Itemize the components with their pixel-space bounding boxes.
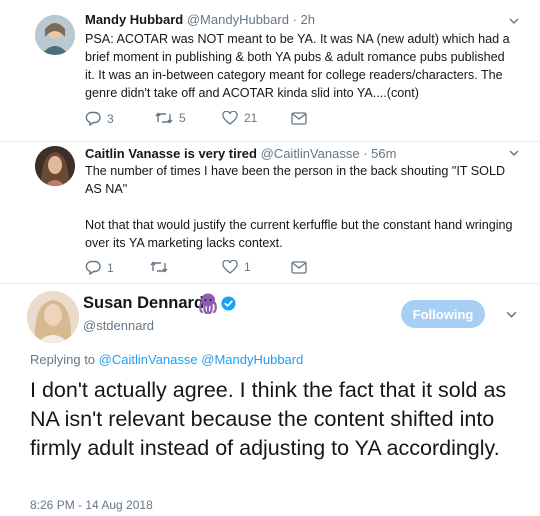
replying-to-link-caitlin[interactable]: @CaitlinVanasse bbox=[99, 352, 198, 367]
author-handle[interactable]: @MandyHubbard bbox=[187, 12, 289, 27]
tweet-header: Caitlin Vanasse is very tired @CaitlinVa… bbox=[85, 146, 396, 161]
author-name[interactable]: Caitlin Vanasse is very tired bbox=[85, 146, 257, 161]
tweet-time[interactable]: 56m bbox=[371, 146, 396, 161]
chevron-down-icon[interactable] bbox=[506, 309, 517, 320]
tweet-timestamp[interactable]: 8:26 PM - 14 Aug 2018 bbox=[30, 498, 153, 512]
retweet-icon bbox=[150, 261, 168, 273]
like-count: 1 bbox=[244, 260, 251, 274]
dm-action[interactable] bbox=[291, 261, 307, 274]
replying-to-label: Replying to bbox=[30, 352, 96, 367]
heart-icon bbox=[222, 260, 238, 274]
tweet-text-paragraph-1: The number of times I have been the pers… bbox=[85, 164, 506, 196]
main-author-name[interactable]: Susan Dennard bbox=[83, 294, 204, 313]
reply-tweet-caitlin[interactable]: Caitlin Vanasse is very tired @CaitlinVa… bbox=[0, 142, 540, 284]
separator-dot: · bbox=[363, 146, 368, 161]
reply-count: 1 bbox=[107, 260, 114, 275]
main-avatar[interactable] bbox=[27, 291, 79, 343]
author-handle[interactable]: @CaitlinVanasse bbox=[261, 146, 360, 161]
following-button[interactable]: Following bbox=[401, 300, 485, 328]
verified-badge-icon bbox=[221, 296, 236, 311]
replying-to-line: Replying to @CaitlinVanasse @MandyHubbar… bbox=[30, 352, 303, 367]
author-name[interactable]: Mandy Hubbard bbox=[85, 12, 183, 27]
separator-dot: · bbox=[292, 12, 297, 27]
tweet-time[interactable]: 2h bbox=[301, 12, 315, 27]
tweet-header: Mandy Hubbard @MandyHubbard · 2h bbox=[85, 12, 315, 27]
main-author-handle[interactable]: @stdennard bbox=[83, 318, 154, 333]
reply-action[interactable]: 1 bbox=[85, 260, 114, 275]
reply-icon bbox=[85, 260, 101, 275]
tweet-text-paragraph-2: Not that that would justify the current … bbox=[85, 218, 513, 250]
dm-action[interactable] bbox=[291, 112, 307, 125]
like-action[interactable]: 1 bbox=[222, 260, 251, 274]
like-count: 21 bbox=[244, 111, 258, 125]
avatar[interactable] bbox=[35, 146, 75, 186]
tweet-text: PSA: ACOTAR was NOT meant to be YA. It w… bbox=[85, 32, 510, 100]
octopus-emoji-icon bbox=[199, 293, 217, 314]
heart-icon bbox=[222, 111, 238, 125]
chevron-down-icon[interactable] bbox=[509, 148, 519, 158]
retweet-action[interactable]: 5 bbox=[155, 111, 186, 125]
retweet-count: 5 bbox=[179, 111, 186, 125]
like-action[interactable]: 21 bbox=[222, 111, 257, 125]
reply-count: 3 bbox=[107, 111, 114, 126]
retweet-icon bbox=[155, 112, 173, 124]
retweet-action[interactable] bbox=[150, 260, 174, 274]
replying-to-link-mandy[interactable]: @MandyHubbard bbox=[201, 352, 303, 367]
tweet-text: The number of times I have been the pers… bbox=[85, 162, 517, 252]
dm-envelope-icon bbox=[291, 112, 307, 125]
avatar[interactable] bbox=[35, 15, 75, 55]
reply-tweet-mandy[interactable]: Mandy Hubbard @MandyHubbard · 2h PSA: AC… bbox=[0, 0, 540, 142]
main-tweet-text: I don't actually agree. I think the fact… bbox=[30, 378, 507, 460]
reply-action[interactable]: 3 bbox=[85, 111, 114, 126]
reply-icon bbox=[85, 111, 101, 126]
dm-envelope-icon bbox=[291, 261, 307, 274]
chevron-down-icon[interactable] bbox=[509, 16, 519, 26]
